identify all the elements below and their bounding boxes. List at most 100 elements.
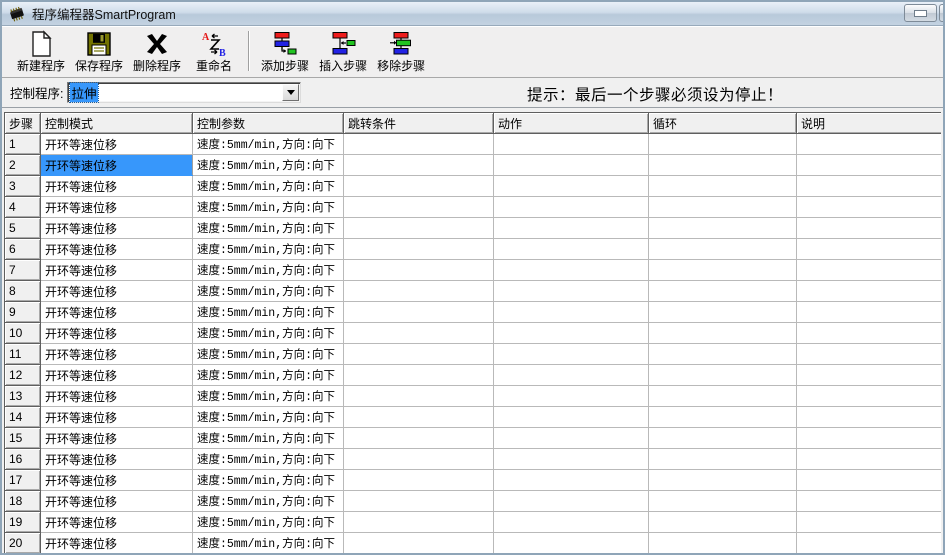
cell-step-number[interactable]: 7 bbox=[5, 260, 41, 281]
cell-action[interactable] bbox=[494, 344, 649, 365]
cell-description[interactable] bbox=[797, 344, 942, 365]
cell-control-params[interactable]: 速度:5mm/min,方向:向下 bbox=[193, 239, 344, 260]
cell-loop[interactable] bbox=[649, 428, 797, 449]
cell-jump-condition[interactable] bbox=[344, 428, 494, 449]
cell-description[interactable] bbox=[797, 428, 942, 449]
cell-description[interactable] bbox=[797, 176, 942, 197]
cell-description[interactable] bbox=[797, 302, 942, 323]
cell-jump-condition[interactable] bbox=[344, 155, 494, 176]
cell-control-mode[interactable]: 开环等速位移 bbox=[41, 470, 193, 491]
cell-description[interactable] bbox=[797, 197, 942, 218]
cell-description[interactable] bbox=[797, 449, 942, 470]
cell-description[interactable] bbox=[797, 155, 942, 176]
cell-action[interactable] bbox=[494, 470, 649, 491]
cell-action[interactable] bbox=[494, 533, 649, 554]
cell-step-number[interactable]: 4 bbox=[5, 197, 41, 218]
cell-loop[interactable] bbox=[649, 386, 797, 407]
insert-step-button[interactable]: 插入步骤 bbox=[314, 28, 372, 77]
cell-loop[interactable] bbox=[649, 302, 797, 323]
cell-control-params[interactable]: 速度:5mm/min,方向:向下 bbox=[193, 533, 344, 554]
cell-step-number[interactable]: 11 bbox=[5, 344, 41, 365]
cell-action[interactable] bbox=[494, 512, 649, 533]
cell-jump-condition[interactable] bbox=[344, 512, 494, 533]
cell-jump-condition[interactable] bbox=[344, 344, 494, 365]
cell-loop[interactable] bbox=[649, 449, 797, 470]
cell-step-number[interactable]: 17 bbox=[5, 470, 41, 491]
cell-step-number[interactable]: 9 bbox=[5, 302, 41, 323]
cell-control-params[interactable]: 速度:5mm/min,方向:向下 bbox=[193, 344, 344, 365]
cell-action[interactable] bbox=[494, 155, 649, 176]
cell-loop[interactable] bbox=[649, 218, 797, 239]
cell-action[interactable] bbox=[494, 239, 649, 260]
cell-description[interactable] bbox=[797, 407, 942, 428]
minimize-button[interactable] bbox=[904, 4, 937, 22]
control-program-combobox[interactable]: 拉伸 bbox=[67, 82, 301, 103]
cell-jump-condition[interactable] bbox=[344, 260, 494, 281]
cell-jump-condition[interactable] bbox=[344, 281, 494, 302]
cell-description[interactable] bbox=[797, 239, 942, 260]
cell-step-number[interactable]: 8 bbox=[5, 281, 41, 302]
cell-description[interactable] bbox=[797, 386, 942, 407]
cell-control-params[interactable]: 速度:5mm/min,方向:向下 bbox=[193, 260, 344, 281]
cell-control-params[interactable]: 速度:5mm/min,方向:向下 bbox=[193, 134, 344, 155]
cell-control-params[interactable]: 速度:5mm/min,方向:向下 bbox=[193, 365, 344, 386]
header-action[interactable]: 动作 bbox=[494, 113, 649, 134]
cell-control-params[interactable]: 速度:5mm/min,方向:向下 bbox=[193, 386, 344, 407]
cell-control-mode[interactable]: 开环等速位移 bbox=[41, 407, 193, 428]
cell-loop[interactable] bbox=[649, 323, 797, 344]
cell-step-number[interactable]: 1 bbox=[5, 134, 41, 155]
cell-loop[interactable] bbox=[649, 470, 797, 491]
cell-loop[interactable] bbox=[649, 365, 797, 386]
cell-loop[interactable] bbox=[649, 155, 797, 176]
cell-control-mode[interactable]: 开环等速位移 bbox=[41, 533, 193, 554]
cell-action[interactable] bbox=[494, 260, 649, 281]
cell-control-params[interactable]: 速度:5mm/min,方向:向下 bbox=[193, 470, 344, 491]
cell-action[interactable] bbox=[494, 449, 649, 470]
maximize-button[interactable] bbox=[939, 4, 945, 22]
cell-control-params[interactable]: 速度:5mm/min,方向:向下 bbox=[193, 281, 344, 302]
cell-loop[interactable] bbox=[649, 533, 797, 554]
cell-action[interactable] bbox=[494, 176, 649, 197]
cell-step-number[interactable]: 15 bbox=[5, 428, 41, 449]
save-program-button[interactable]: 保存程序 bbox=[70, 28, 128, 77]
cell-loop[interactable] bbox=[649, 407, 797, 428]
cell-control-params[interactable]: 速度:5mm/min,方向:向下 bbox=[193, 428, 344, 449]
cell-jump-condition[interactable] bbox=[344, 218, 494, 239]
header-params[interactable]: 控制参数 bbox=[193, 113, 344, 134]
cell-action[interactable] bbox=[494, 302, 649, 323]
cell-step-number[interactable]: 2 bbox=[5, 155, 41, 176]
cell-control-mode[interactable]: 开环等速位移 bbox=[41, 323, 193, 344]
cell-description[interactable] bbox=[797, 470, 942, 491]
cell-step-number[interactable]: 18 bbox=[5, 491, 41, 512]
cell-step-number[interactable]: 10 bbox=[5, 323, 41, 344]
cell-control-mode[interactable]: 开环等速位移 bbox=[41, 512, 193, 533]
cell-step-number[interactable]: 6 bbox=[5, 239, 41, 260]
cell-loop[interactable] bbox=[649, 239, 797, 260]
cell-description[interactable] bbox=[797, 533, 942, 554]
cell-loop[interactable] bbox=[649, 134, 797, 155]
cell-action[interactable] bbox=[494, 407, 649, 428]
cell-jump-condition[interactable] bbox=[344, 470, 494, 491]
cell-action[interactable] bbox=[494, 218, 649, 239]
cell-control-mode[interactable]: 开环等速位移 bbox=[41, 134, 193, 155]
cell-action[interactable] bbox=[494, 281, 649, 302]
cell-action[interactable] bbox=[494, 491, 649, 512]
cell-control-params[interactable]: 速度:5mm/min,方向:向下 bbox=[193, 197, 344, 218]
cell-control-mode[interactable]: 开环等速位移 bbox=[41, 176, 193, 197]
cell-control-mode[interactable]: 开环等速位移 bbox=[41, 386, 193, 407]
cell-description[interactable] bbox=[797, 365, 942, 386]
cell-control-params[interactable]: 速度:5mm/min,方向:向下 bbox=[193, 218, 344, 239]
cell-control-params[interactable]: 速度:5mm/min,方向:向下 bbox=[193, 491, 344, 512]
cell-control-mode[interactable]: 开环等速位移 bbox=[41, 428, 193, 449]
cell-jump-condition[interactable] bbox=[344, 302, 494, 323]
cell-loop[interactable] bbox=[649, 176, 797, 197]
header-jump[interactable]: 跳转条件 bbox=[344, 113, 494, 134]
cell-loop[interactable] bbox=[649, 281, 797, 302]
cell-control-params[interactable]: 速度:5mm/min,方向:向下 bbox=[193, 512, 344, 533]
cell-action[interactable] bbox=[494, 428, 649, 449]
delete-program-button[interactable]: 删除程序 bbox=[128, 28, 186, 77]
cell-control-params[interactable]: 速度:5mm/min,方向:向下 bbox=[193, 407, 344, 428]
header-desc[interactable]: 说明 bbox=[797, 113, 942, 134]
cell-jump-condition[interactable] bbox=[344, 365, 494, 386]
cell-control-mode[interactable]: 开环等速位移 bbox=[41, 302, 193, 323]
